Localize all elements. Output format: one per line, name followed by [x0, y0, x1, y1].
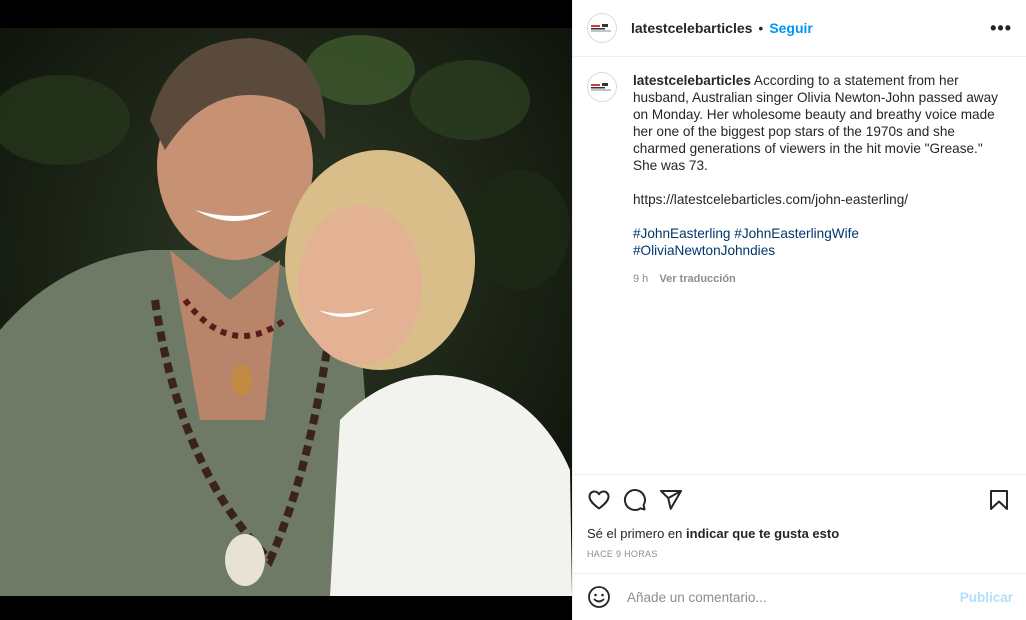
post-timestamp[interactable]: HACE 9 HORAS [573, 541, 1026, 559]
caption-text: According to a statement from her husban… [633, 73, 998, 173]
likes-prefix: Sé el primero en [587, 526, 683, 541]
heart-icon[interactable] [587, 488, 611, 512]
couple-photo-image [0, 0, 572, 620]
action-bar: Sé el primero en indicar que te gusta es… [573, 474, 1026, 559]
like-this-link[interactable]: indicar que te gusta esto [686, 526, 839, 541]
username-link[interactable]: latestcelebarticles [631, 20, 752, 36]
comment-input[interactable] [625, 588, 949, 606]
more-options-icon[interactable]: ••• [990, 18, 1012, 39]
caption-text-block: latestcelebarticles According to a state… [633, 72, 1003, 288]
likes-summary: Sé el primero en indicar que te gusta es… [573, 515, 1026, 541]
post-header: latestcelebarticles • Seguir ••• [573, 0, 1026, 57]
avatar[interactable] [587, 13, 617, 43]
comment-bar: Publicar [573, 573, 1026, 620]
comment-icon[interactable] [623, 488, 647, 512]
avatar[interactable] [587, 72, 617, 102]
caption-username-link[interactable]: latestcelebarticles [633, 73, 751, 88]
emoji-icon[interactable] [587, 585, 611, 609]
share-icon[interactable] [659, 488, 683, 512]
bookmark-icon[interactable] [987, 488, 1011, 512]
action-icons [573, 475, 1026, 515]
brand-logo-icon [591, 83, 611, 91]
caption-link[interactable]: https://latestcelebarticles.com/john-eas… [633, 191, 1003, 208]
caption-time: 9 h [633, 273, 649, 285]
publish-button[interactable]: Publicar [960, 590, 1013, 605]
caption-meta: 9 h Ver traducción [633, 271, 1003, 288]
separator-dot: • [758, 20, 764, 36]
post-side-panel: latestcelebarticles • Seguir ••• latestc… [572, 0, 1026, 620]
instagram-post-window: latestcelebarticles • Seguir ••• latestc… [0, 0, 1026, 620]
post-photo[interactable] [0, 0, 572, 620]
hashtags[interactable]: #JohnEasterling #JohnEasterlingWife #Oli… [633, 225, 1003, 259]
caption-block: latestcelebarticles According to a state… [573, 57, 1026, 288]
follow-button[interactable]: Seguir [769, 20, 813, 36]
brand-logo-icon [591, 24, 611, 32]
translate-button[interactable]: Ver traducción [659, 273, 735, 285]
